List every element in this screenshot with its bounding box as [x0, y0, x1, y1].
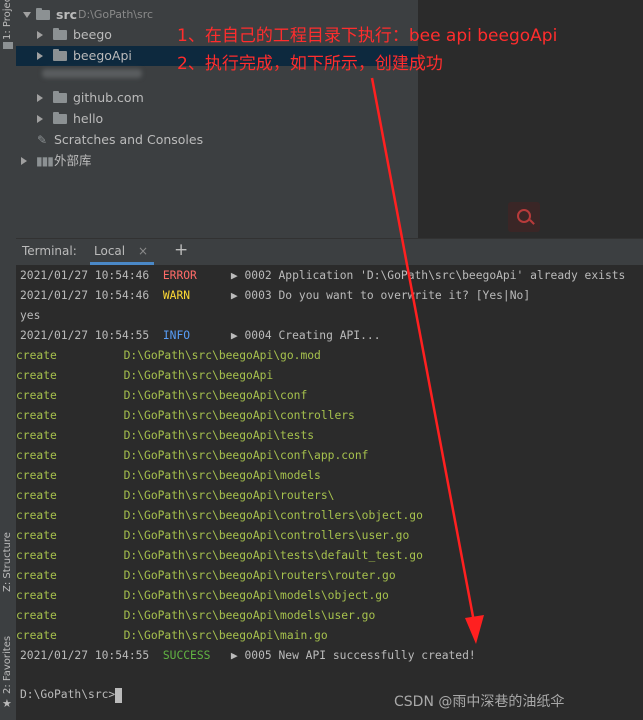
arrow-head [465, 615, 484, 644]
watermark: CSDN @雨中深巷的油纸伞 [394, 694, 565, 710]
annotation-arrow [370, 77, 484, 644]
arrow-shaft [370, 77, 476, 623]
